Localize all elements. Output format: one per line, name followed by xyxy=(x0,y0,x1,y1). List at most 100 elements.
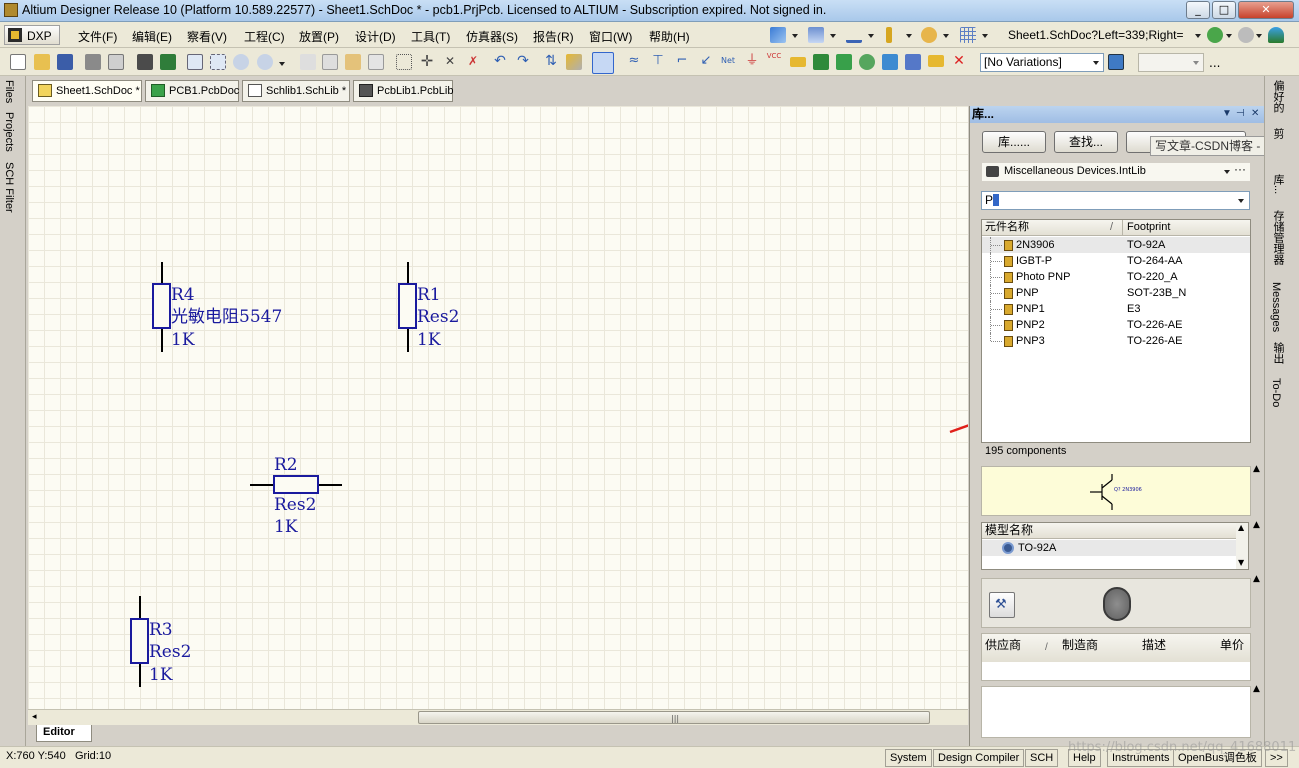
tab-editor[interactable]: Editor xyxy=(36,725,92,742)
horizontal-scrollbar[interactable]: ◂ ||| xyxy=(28,709,968,725)
close-button[interactable]: ✕ xyxy=(1238,1,1294,19)
chevron-down-icon[interactable] xyxy=(906,34,912,38)
r3-value[interactable]: 1K xyxy=(149,664,173,686)
gnd-power-port-icon[interactable]: ⏚ xyxy=(744,54,760,70)
cut-icon[interactable] xyxy=(300,54,316,70)
panel-tab-storage-manager[interactable]: 存储管理器 xyxy=(1270,210,1286,265)
schematic-canvas[interactable]: R4 光敏电阻5547 1K R1 Res2 1K R2 Res2 1K R3 … xyxy=(28,106,968,709)
markers-icon[interactable] xyxy=(921,27,937,43)
column-header-description[interactable]: 描述 xyxy=(1142,636,1166,653)
place-sheet-entry-icon[interactable] xyxy=(836,54,852,70)
scroll-up-icon[interactable]: ▲ xyxy=(1238,523,1244,532)
r1-comment[interactable]: Res2 xyxy=(417,306,459,328)
chevron-down-icon[interactable] xyxy=(1256,34,1262,38)
status-button-design-compiler[interactable]: Design Compiler xyxy=(933,749,1025,767)
chevron-down-icon[interactable] xyxy=(982,34,988,38)
column-header-footprint[interactable]: Footprint xyxy=(1127,220,1170,235)
r3-designator[interactable]: R3 xyxy=(149,619,173,641)
list-item[interactable]: IGBT-P TO-264-AA xyxy=(982,253,1250,269)
scrollbar-thumb[interactable]: ||| xyxy=(418,711,930,724)
collapse-icon[interactable]: ▲ xyxy=(1253,464,1260,474)
scroll-down-icon[interactable]: ▼ xyxy=(1238,558,1244,567)
r1-designator[interactable]: R1 xyxy=(417,284,441,306)
panel-close-icon[interactable]: ✕ xyxy=(1251,106,1259,122)
place-bus-entry-icon[interactable]: ↙ xyxy=(698,54,714,70)
tab-sheet1-schdoc[interactable]: Sheet1.SchDoc * xyxy=(32,80,142,102)
place-part-icon[interactable] xyxy=(790,57,806,67)
menu-edit[interactable]: 编辑(E) xyxy=(132,28,172,45)
home-icon[interactable] xyxy=(1268,27,1284,43)
place-bus-icon[interactable]: ⊤ xyxy=(650,54,666,70)
list-item[interactable]: PNP2 TO-226-AE xyxy=(982,317,1250,333)
tab-pcblib1-pcblib[interactable]: PcbLib1.PcbLib xyxy=(353,80,453,102)
print-icon[interactable] xyxy=(85,54,101,70)
grid-icon[interactable] xyxy=(960,27,976,43)
open-folder-icon[interactable] xyxy=(34,54,50,70)
panel-tab-favorites[interactable]: 偏好的 xyxy=(1270,80,1286,113)
variant-select[interactable]: [No Variations] xyxy=(980,53,1104,72)
zoom-filter-icon[interactable] xyxy=(257,54,273,70)
scroll-left-icon[interactable]: ◂ xyxy=(32,712,37,722)
list-item[interactable]: PNP3 TO-226-AE xyxy=(982,333,1250,349)
deselect-icon[interactable]: ✕ xyxy=(442,54,458,70)
libraries-button[interactable]: 库...... xyxy=(982,131,1046,153)
rubber-stamp-icon[interactable] xyxy=(368,54,384,70)
component-filter-input[interactable]: P xyxy=(981,191,1250,210)
place-sheet-symbol-icon[interactable] xyxy=(813,54,829,70)
no-erc-icon[interactable]: ✕ xyxy=(951,54,967,70)
menu-reports[interactable]: 报告(R) xyxy=(533,28,574,45)
menu-design[interactable]: 设计(D) xyxy=(355,28,396,45)
component-list[interactable]: 元件名称 / Footprint 2N3906 TO-92A IGBT-P TO… xyxy=(981,219,1251,443)
panel-tab-todo[interactable]: To-Do xyxy=(1270,378,1282,407)
menu-project[interactable]: 工程(C) xyxy=(244,28,285,45)
open-project-icon[interactable] xyxy=(137,54,153,70)
tab-pcb1-pcbdoc[interactable]: PCB1.PcbDoc xyxy=(145,80,239,102)
panel-tab-messages[interactable]: Messages xyxy=(1270,282,1282,332)
clear-filter-icon[interactable]: ✗ xyxy=(465,54,481,70)
panel-menu-icon[interactable]: ▼ xyxy=(1222,106,1232,122)
chevron-down-icon[interactable] xyxy=(868,34,874,38)
new-document-icon[interactable] xyxy=(10,54,26,70)
list-item[interactable]: PNP SOT-23B_N xyxy=(982,285,1250,301)
column-header-manufacturer[interactable]: 制造商 xyxy=(1062,636,1098,653)
menu-tools[interactable]: 工具(T) xyxy=(411,28,450,45)
search-button[interactable]: 查找... xyxy=(1054,131,1118,153)
model-list[interactable]: 模型名称 TO-92A ▲ ▼ xyxy=(981,522,1249,570)
status-button-sch[interactable]: SCH xyxy=(1025,749,1059,767)
column-header-name[interactable]: 元件名称 xyxy=(985,220,1029,235)
chevron-down-icon[interactable] xyxy=(792,34,798,38)
redo-icon[interactable]: ↷ xyxy=(515,54,531,70)
menu-window[interactable]: 窗口(W) xyxy=(589,28,632,45)
toolbar-overflow[interactable]: ... xyxy=(1209,56,1220,70)
menu-place[interactable]: 放置(P) xyxy=(299,28,339,45)
component-icon[interactable] xyxy=(886,27,892,43)
chevron-down-icon[interactable] xyxy=(830,34,836,38)
vcc-power-port-icon[interactable]: VCC xyxy=(766,52,782,68)
r4-comment[interactable]: 光敏电阻5547 xyxy=(171,306,282,328)
hierarchy-icon[interactable]: ⇅ xyxy=(543,54,559,70)
menu-view[interactable]: 察看(V) xyxy=(187,28,227,45)
power-ports-icon[interactable] xyxy=(846,27,862,43)
select-area-icon[interactable] xyxy=(396,54,412,70)
place-port-entry-icon[interactable] xyxy=(928,55,944,67)
column-header-supplier[interactable]: 供应商 xyxy=(985,636,1021,653)
library-more-button[interactable]: ··· xyxy=(1234,161,1246,178)
chevron-down-icon[interactable] xyxy=(1195,34,1201,38)
dxp-menu[interactable]: DXP xyxy=(4,25,60,45)
status-button-help[interactable]: Help xyxy=(1068,749,1101,767)
place-wire-icon[interactable]: ≈ xyxy=(626,54,642,70)
panel-tab-clipboard[interactable]: 剪 xyxy=(1270,128,1286,139)
move-icon[interactable]: ✛ xyxy=(419,54,435,70)
document-locator[interactable]: Sheet1.SchDoc?Left=339;Right= xyxy=(1004,26,1202,45)
r1-value[interactable]: 1K xyxy=(417,329,441,351)
zoom-fit-icon[interactable] xyxy=(187,54,203,70)
supplier-table[interactable]: 供应商 / 制造商 描述 单价 xyxy=(981,633,1251,681)
status-button-system[interactable]: System xyxy=(885,749,932,767)
list-item[interactable]: 2N3906 TO-92A xyxy=(982,237,1250,253)
column-header-unit-price[interactable]: 单价 xyxy=(1220,636,1244,653)
place-net-label-icon[interactable]: Net xyxy=(720,56,736,72)
status-button-more[interactable]: >> xyxy=(1265,749,1288,767)
panel-tab-libraries[interactable]: 库... xyxy=(1270,174,1286,194)
save-icon[interactable] xyxy=(57,54,73,70)
back-icon[interactable] xyxy=(1207,27,1223,43)
